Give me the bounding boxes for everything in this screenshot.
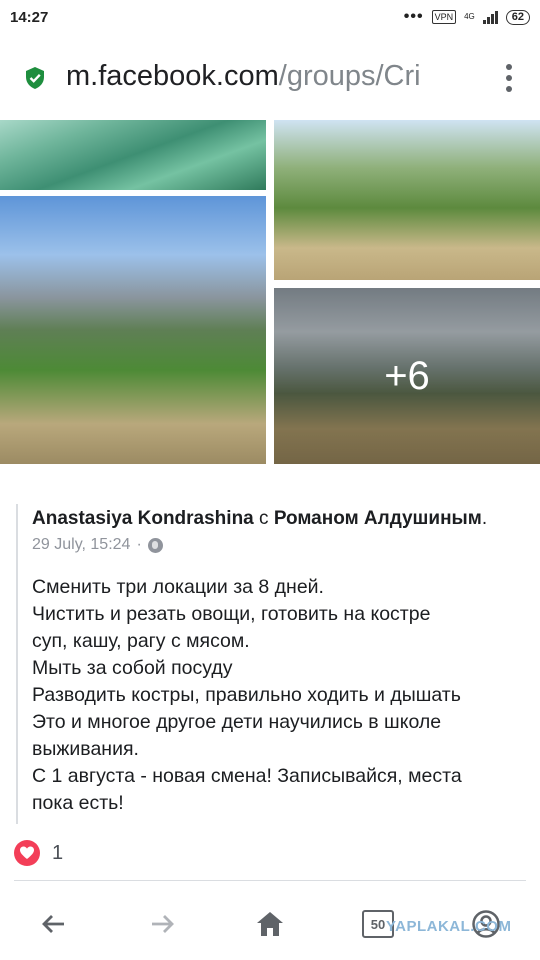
browser-menu-icon[interactable] [506,64,512,92]
photo-river[interactable] [0,120,266,190]
post: Anastasiya Kondrashina с Романом Алдушин… [16,504,528,824]
post-line: Чистить и резать овощи, готовить на кост… [32,603,431,625]
post-author-line: Anastasiya Kondrashina с Романом Алдушин… [32,508,487,530]
post-line: С 1 августа - новая смена! Записывайся, … [32,765,462,787]
post-body: Сменить три локации за 8 дней. Чистить и… [32,574,512,817]
status-icons: ••• VPN 4G 62 [404,8,530,26]
post-line: Сменить три локации за 8 дней. [32,576,324,598]
arrow-left-icon [42,915,64,933]
photo-group-mountains[interactable] [0,196,266,464]
photo-meadow[interactable]: +6 [274,288,540,464]
post-line: пока есть! [32,792,124,814]
home-button[interactable] [252,906,288,942]
tagged-user-link[interactable]: Романом Алдушиным [274,508,482,529]
url-path: /groups/Cri [278,60,421,92]
love-reaction-icon [14,840,40,866]
home-icon [257,912,283,936]
address-bar[interactable]: m.facebook.com/groups/Cri [0,36,540,120]
author-link[interactable]: Anastasiya Kondrashina [32,508,254,529]
meta-separator: · [136,536,142,553]
battery-icon: 62 [505,9,530,25]
secure-shield-icon [26,67,44,89]
bottom-nav: 50 YAPLAKAL.COM [0,888,540,960]
post-line: Разводить костры, правильно ходить и дыш… [32,684,461,706]
signal-icon [482,10,498,24]
globe-icon [147,537,163,553]
post-line: Мыть за собой посуду [32,657,233,679]
post-line: выживания. [32,738,139,760]
vpn-icon: VPN [431,10,457,24]
post-timestamp[interactable]: 29 July, 15:24 [32,536,130,554]
with-label: с [259,508,269,529]
status-time: 14:27 [10,9,49,26]
status-bar: 14:27 ••• VPN 4G 62 [0,0,540,36]
more-photos-overlay[interactable]: +6 [274,288,540,464]
arrow-right-icon [152,915,174,933]
url-domain: m.facebook.com [66,60,279,92]
url-text[interactable]: m.facebook.com/groups/Cri [66,60,476,93]
photo-girl-on-hill[interactable] [274,120,540,280]
forward-button[interactable] [144,906,180,942]
back-button[interactable] [36,906,72,942]
more-notifications-icon: ••• [403,8,424,25]
divider [14,880,526,881]
author-line-period: . [481,508,488,529]
post-line: суп, кашу, рагу с мясом. [32,630,250,652]
network-type-label: 4G [464,12,475,21]
watermark: YAPLAKAL.COM [386,918,512,935]
reactions-summary[interactable]: 1 [14,840,63,866]
post-meta: 29 July, 15:24 · [32,536,163,554]
post-line: Это и многое другое дети научились в шко… [32,711,442,733]
reaction-count: 1 [52,841,64,864]
